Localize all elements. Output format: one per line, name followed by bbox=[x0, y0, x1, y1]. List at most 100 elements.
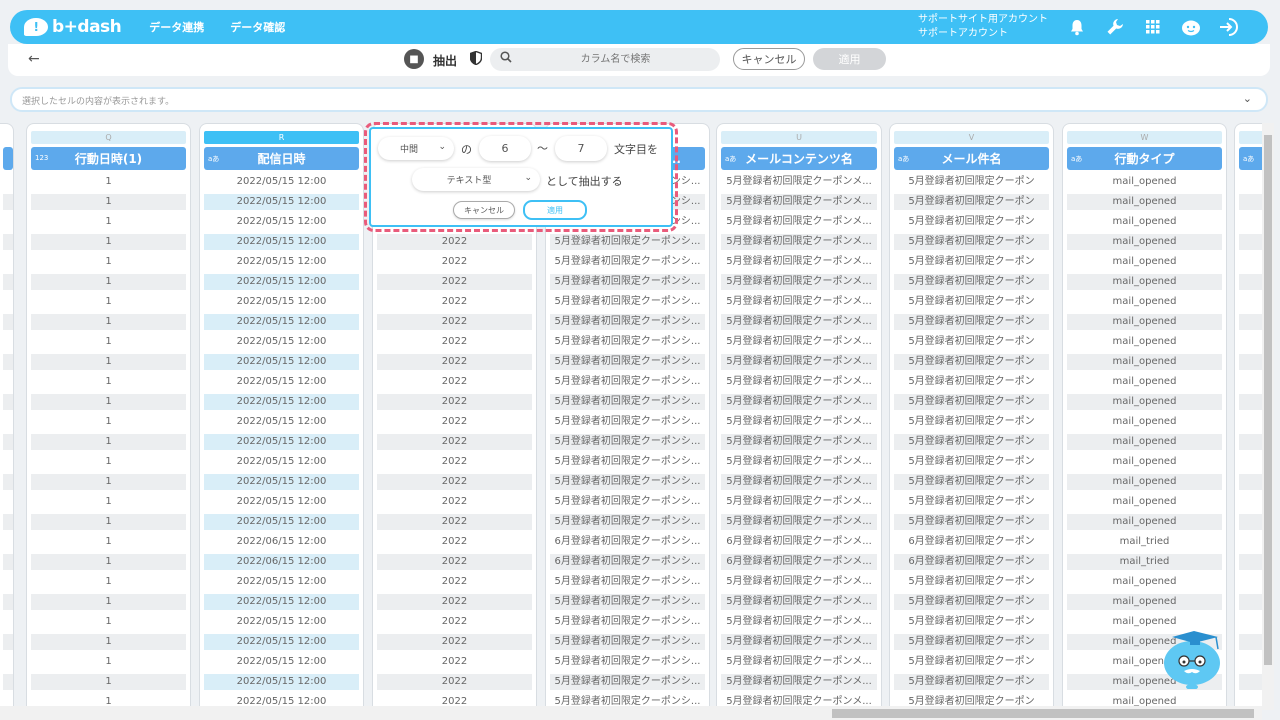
toolbar-cancel-button[interactable]: キャンセル bbox=[733, 48, 805, 70]
help-face-icon[interactable] bbox=[1180, 17, 1202, 37]
grid-cell[interactable]: 6月登録者初回限定クーポンシ... bbox=[550, 534, 705, 550]
grid-cell[interactable]: 5月登録者初回限定クーポンメ... bbox=[721, 474, 877, 490]
grid-cell[interactable]: 5月登録者初回限定クーポンメ... bbox=[721, 174, 877, 190]
grid-cell[interactable]: 2022 bbox=[377, 414, 532, 430]
grid-cell[interactable] bbox=[1239, 174, 1262, 190]
grid-cell[interactable]: 2022/06/15 12:00 bbox=[204, 554, 359, 570]
grid-cell[interactable]: 5月登録者初回限定クーポン bbox=[894, 254, 1049, 270]
grid-cell[interactable]: mail_opened bbox=[1067, 474, 1222, 490]
grid-cell[interactable]: 1 bbox=[31, 314, 186, 330]
back-arrow-icon[interactable]: ← bbox=[28, 51, 40, 67]
grid-cell[interactable]: 5月登録者初回限定クーポンメ... bbox=[721, 674, 877, 690]
grid-cell[interactable]: 5月登録者初回限定クーポン bbox=[894, 314, 1049, 330]
grid-cell[interactable]: mail_opened bbox=[1067, 254, 1222, 270]
grid-cell[interactable]: 5月登録者初回限定クーポンシ... bbox=[550, 654, 705, 670]
grid-cell[interactable]: 1 bbox=[31, 454, 186, 470]
grid-cell[interactable]: 1 bbox=[31, 394, 186, 410]
grid-cell[interactable] bbox=[3, 314, 13, 330]
type-select[interactable]: テキスト型 ⌄ bbox=[412, 168, 540, 191]
grid-cell[interactable] bbox=[3, 594, 13, 610]
grid-cell[interactable]: 5月登録者初回限定クーポン bbox=[894, 574, 1049, 590]
grid-cell[interactable]: 2022 bbox=[377, 294, 532, 310]
grid-cell[interactable]: 5月登録者初回限定クーポンシ... bbox=[550, 394, 705, 410]
grid-cell[interactable]: 5月登録者初回限定クーポンシ... bbox=[550, 614, 705, 630]
grid-cell[interactable]: 5月登録者初回限定クーポン bbox=[894, 614, 1049, 630]
grid-cell[interactable] bbox=[1239, 234, 1262, 250]
grid-cell[interactable]: mail_opened bbox=[1067, 414, 1222, 430]
grid-cell[interactable]: 1 bbox=[31, 554, 186, 570]
vertical-scroll-thumb[interactable] bbox=[1264, 135, 1272, 665]
grid-cell[interactable] bbox=[1239, 254, 1262, 270]
grid-cell[interactable] bbox=[3, 514, 13, 530]
grid-cell[interactable] bbox=[1239, 354, 1262, 370]
grid-cell[interactable]: mail_opened bbox=[1067, 354, 1222, 370]
horizontal-scrollbar[interactable] bbox=[0, 706, 1262, 720]
grid-cell[interactable]: 2022 bbox=[377, 274, 532, 290]
grid-cell[interactable]: 2022 bbox=[377, 614, 532, 630]
grid-cell[interactable]: 2022/05/15 12:00 bbox=[204, 334, 359, 350]
grid-cell[interactable]: 5月登録者初回限定クーポン bbox=[894, 374, 1049, 390]
grid-cell[interactable]: 6月登録者初回限定クーポン bbox=[894, 534, 1049, 550]
grid-cell[interactable]: 5月登録者初回限定クーポンシ... bbox=[550, 234, 705, 250]
grid-cell[interactable]: 5月登録者初回限定クーポン bbox=[894, 594, 1049, 610]
grid-cell[interactable]: 6月登録者初回限定クーポン bbox=[894, 554, 1049, 570]
grid-cell[interactable]: 2022/05/15 12:00 bbox=[204, 254, 359, 270]
column-search-input[interactable] bbox=[518, 50, 713, 69]
chevron-down-icon[interactable]: ⌄ bbox=[1243, 92, 1252, 105]
column-search[interactable] bbox=[490, 48, 720, 71]
grid-cell[interactable]: 5月登録者初回限定クーポンメ... bbox=[721, 634, 877, 650]
grid-cell[interactable]: 5月登録者初回限定クーポンシ... bbox=[550, 454, 705, 470]
grid-cell[interactable] bbox=[3, 614, 13, 630]
to-char-input[interactable]: 7 bbox=[555, 136, 607, 161]
grid-cell[interactable]: 5月登録者初回限定クーポンメ... bbox=[721, 334, 877, 350]
grid-cell[interactable]: 5月登録者初回限定クーポン bbox=[894, 334, 1049, 350]
grid-cell[interactable]: 2022 bbox=[377, 674, 532, 690]
grid-cell[interactable]: 6月登録者初回限定クーポンメ... bbox=[721, 534, 877, 550]
grid-cell[interactable]: 5月登録者初回限定クーポンメ... bbox=[721, 614, 877, 630]
grid-cell[interactable]: 5月登録者初回限定クーポンメ... bbox=[721, 294, 877, 310]
horizontal-scroll-thumb[interactable] bbox=[832, 709, 1254, 718]
mascot-icon[interactable] bbox=[1162, 627, 1224, 690]
grid-cell[interactable]: 2022/05/15 12:00 bbox=[204, 614, 359, 630]
grid-cell[interactable]: 2022 bbox=[377, 454, 532, 470]
grid-cell[interactable]: 2022 bbox=[377, 354, 532, 370]
grid-cell[interactable]: 2022/05/15 12:00 bbox=[204, 174, 359, 190]
grid-cell[interactable]: 1 bbox=[31, 234, 186, 250]
shield-icon[interactable] bbox=[469, 50, 483, 69]
grid-cell[interactable] bbox=[3, 474, 13, 490]
grid-cell[interactable]: 5月登録者初回限定クーポンシ... bbox=[550, 294, 705, 310]
grid-cell[interactable]: 5月登録者初回限定クーポンシ... bbox=[550, 514, 705, 530]
grid-cell[interactable]: mail_opened bbox=[1067, 434, 1222, 450]
position-select[interactable]: 中間 ⌄ bbox=[378, 137, 454, 160]
grid-cell[interactable]: mail_opened bbox=[1067, 374, 1222, 390]
grid-cell[interactable]: 1 bbox=[31, 334, 186, 350]
grid-cell[interactable] bbox=[1239, 274, 1262, 290]
grid-cell[interactable]: 5月登録者初回限定クーポンメ... bbox=[721, 214, 877, 230]
grid-cell[interactable]: 1 bbox=[31, 614, 186, 630]
column-letter[interactable]: V bbox=[894, 131, 1049, 144]
grid-cell[interactable]: 5月登録者初回限定クーポンメ... bbox=[721, 354, 877, 370]
grid-cell[interactable]: 2022/05/15 12:00 bbox=[204, 394, 359, 410]
grid-cell[interactable]: 2022/05/15 12:00 bbox=[204, 654, 359, 670]
grid-cell[interactable]: 5月登録者初回限定クーポンシ... bbox=[550, 374, 705, 390]
grid-cell[interactable]: mail_opened bbox=[1067, 574, 1222, 590]
grid-cell[interactable] bbox=[3, 454, 13, 470]
grid-cell[interactable]: 5月登録者初回限定クーポンメ... bbox=[721, 434, 877, 450]
grid-cell[interactable]: 2022 bbox=[377, 434, 532, 450]
grid-cell[interactable]: 5月登録者初回限定クーポンメ... bbox=[721, 494, 877, 510]
grid-cell[interactable]: 2022 bbox=[377, 314, 532, 330]
grid-cell[interactable]: 5月登録者初回限定クーポン bbox=[894, 234, 1049, 250]
grid-cell[interactable]: 5月登録者初回限定クーポンシ... bbox=[550, 434, 705, 450]
grid-cell[interactable]: 1 bbox=[31, 294, 186, 310]
grid-cell[interactable]: 1 bbox=[31, 414, 186, 430]
grid-cell[interactable]: 2022 bbox=[377, 494, 532, 510]
grid-cell[interactable]: 2022/05/15 12:00 bbox=[204, 674, 359, 690]
vertical-scrollbar[interactable] bbox=[1262, 123, 1274, 710]
grid-cell[interactable]: mail_opened bbox=[1067, 494, 1222, 510]
grid-cell[interactable]: 5月登録者初回限定クーポンシ... bbox=[550, 354, 705, 370]
grid-cell[interactable]: 5月登録者初回限定クーポン bbox=[894, 674, 1049, 690]
grid-cell[interactable]: mail_opened bbox=[1067, 174, 1222, 190]
grid-cell[interactable]: 5月登録者初回限定クーポンメ... bbox=[721, 654, 877, 670]
popup-apply-button[interactable]: 適用 bbox=[523, 200, 587, 220]
grid-cell[interactable] bbox=[3, 334, 13, 350]
